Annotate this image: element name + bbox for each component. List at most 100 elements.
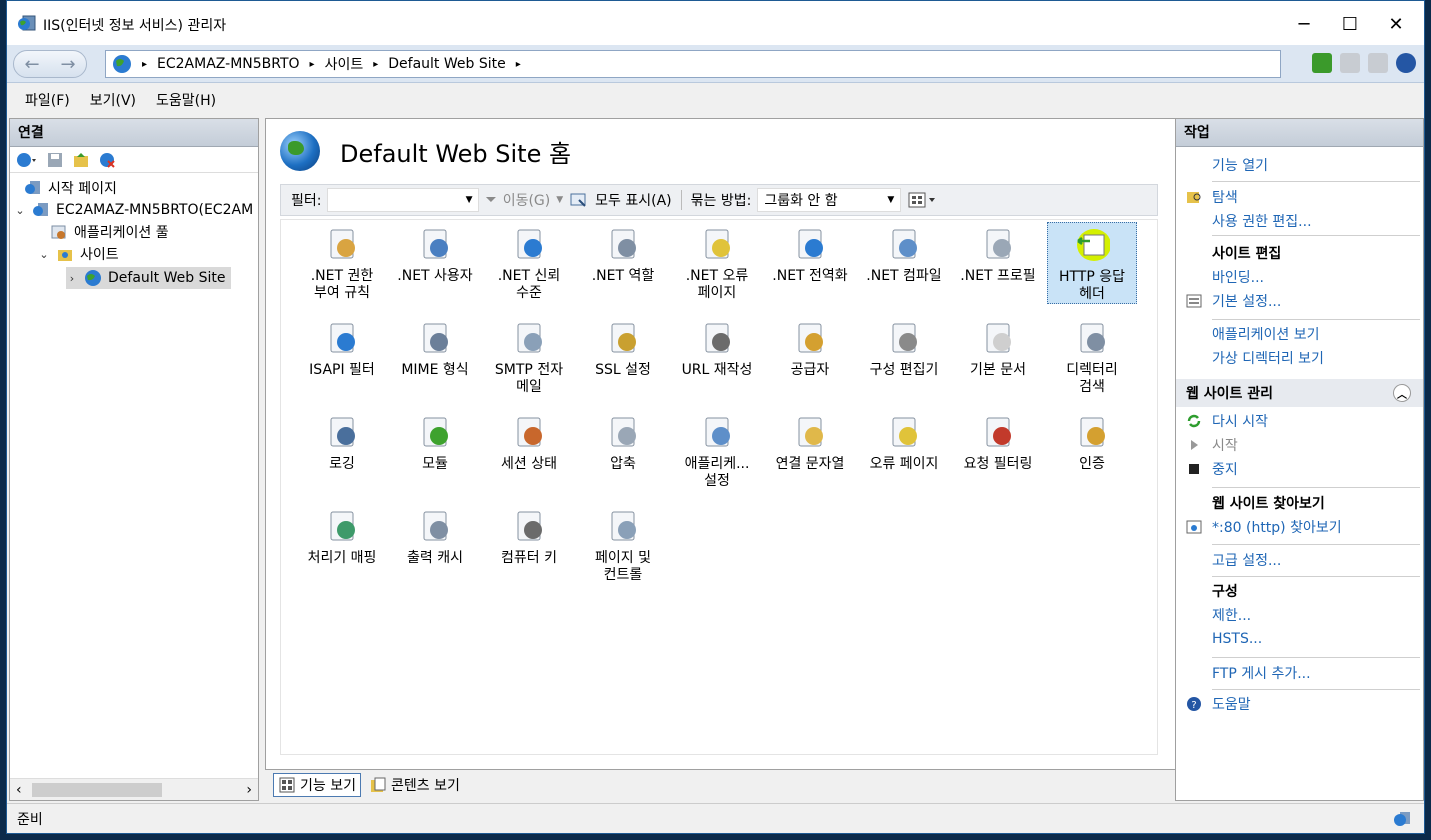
breadcrumb[interactable]: ▸ EC2AMAZ-MN5BRTO ▸ 사이트 ▸ Default Web Si… — [105, 50, 1281, 78]
feature-logging[interactable]: 로깅 — [297, 410, 387, 473]
feature-providers[interactable]: 공급자 — [765, 316, 855, 379]
home-icon[interactable] — [1368, 53, 1388, 73]
breadcrumb-server[interactable]: EC2AMAZ-MN5BRTO — [157, 56, 300, 72]
feature-application-settings[interactable]: 애플리케... 설정 — [672, 410, 762, 490]
scroll-left-icon[interactable]: ‹ — [16, 782, 22, 798]
chevron-down-icon[interactable]: ⌄ — [14, 204, 26, 217]
feature-handler-mappings[interactable]: 처리기 매핑 — [297, 504, 387, 567]
feature-request-filtering[interactable]: 요청 필터링 — [953, 410, 1043, 473]
feature-machine-key[interactable]: 컴퓨터 키 — [484, 504, 574, 567]
chevron-right-icon[interactable]: › — [66, 272, 78, 285]
tree-item-start-page[interactable]: 시작 페이지 — [24, 177, 117, 199]
horizontal-scrollbar[interactable]: ‹ › — [10, 778, 258, 800]
menu-file[interactable]: 파일(F) — [15, 86, 80, 114]
action-limits[interactable]: 제한... — [1176, 603, 1423, 627]
action-help[interactable]: ? 도움말 — [1176, 692, 1423, 716]
feature-ssl-settings[interactable]: SSL 설정 — [578, 316, 668, 379]
group-by-select[interactable]: 그룹화 안 함 ▼ — [757, 188, 902, 212]
refresh-icon[interactable] — [1312, 53, 1332, 73]
menu-help[interactable]: 도움말(H) — [146, 86, 226, 114]
action-open-feature[interactable]: 기능 열기 — [1176, 153, 1423, 177]
help-icon[interactable] — [1396, 53, 1416, 73]
breadcrumb-sites[interactable]: 사이트 — [325, 54, 364, 74]
view-mode-icon[interactable] — [907, 191, 939, 209]
feature-net-globalization[interactable]: .NET 전역화 — [765, 222, 855, 285]
feature-compression[interactable]: 압축 — [578, 410, 668, 473]
close-button[interactable]: ✕ — [1374, 9, 1418, 39]
feature-output-caching[interactable]: 출력 캐시 — [390, 504, 480, 567]
feature-default-document[interactable]: 기본 문서 — [953, 316, 1043, 379]
scroll-thumb[interactable] — [32, 783, 162, 797]
pages-and-controls-icon — [611, 511, 636, 541]
feature-connection-strings[interactable]: 연결 문자열 — [765, 410, 855, 473]
default-document-icon — [986, 323, 1011, 353]
go-button[interactable]: 이동(G) — [503, 190, 551, 210]
back-arrow-icon[interactable]: ← — [24, 54, 39, 75]
feature-smtp-email[interactable]: SMTP 전자 메일 — [484, 316, 574, 396]
save-icon[interactable] — [46, 151, 64, 169]
feature-label: ISAPI 필터 — [309, 362, 375, 378]
action-bindings[interactable]: 바인딩... — [1176, 265, 1423, 289]
action-browse-http[interactable]: *:80 (http) 찾아보기 — [1176, 515, 1423, 539]
explore-icon — [1187, 192, 1201, 203]
feature-pages-and-controls[interactable]: 페이지 및 컨트롤 — [578, 504, 668, 584]
action-basic-settings[interactable]: 기본 설정... — [1176, 289, 1423, 313]
tab-content-view[interactable]: 콘텐츠 보기 — [365, 773, 464, 797]
action-edit-permissions[interactable]: 사용 권한 편집... — [1176, 209, 1423, 233]
action-advanced-settings[interactable]: 고급 설정... — [1176, 548, 1423, 572]
feature-label: .NET 전역화 — [772, 268, 848, 284]
maximize-button[interactable]: ☐ — [1328, 9, 1372, 39]
action-view-applications[interactable]: 애플리케이션 보기 — [1176, 322, 1423, 346]
action-add-ftp[interactable]: FTP 게시 추가... — [1176, 661, 1423, 685]
tree-item-sites[interactable]: ⌄ 사이트 — [38, 243, 118, 265]
feature-net-roles[interactable]: .NET 역할 — [578, 222, 668, 285]
feature-net-error-pages[interactable]: .NET 오류 페이지 — [672, 222, 762, 302]
forward-arrow-icon[interactable]: → — [60, 54, 75, 75]
manage-site-header: 웹 사이트 관리 ︿ — [1176, 379, 1423, 407]
collapse-icon[interactable]: ︿ — [1393, 384, 1411, 402]
feature-error-pages[interactable]: 오류 페이지 — [859, 410, 949, 473]
feature-net-users[interactable]: .NET 사용자 — [390, 222, 480, 285]
feature-label: 오류 페이지 — [869, 456, 939, 472]
connect-icon[interactable] — [16, 151, 38, 169]
feature-label: 페이지 및 — [595, 550, 651, 566]
feature-label: SMTP 전자 — [494, 362, 564, 378]
up-folder-icon[interactable] — [72, 151, 90, 169]
feature-isapi-filters[interactable]: ISAPI 필터 — [297, 316, 387, 379]
action-hsts[interactable]: HSTS... — [1176, 627, 1423, 651]
group-by-value: 그룹화 안 함 — [764, 193, 838, 209]
tab-features-view[interactable]: 기능 보기 — [273, 773, 361, 797]
feature-label-line2: 부여 규칙 — [314, 285, 370, 301]
feature-net-compilation[interactable]: .NET 컴파일 — [859, 222, 949, 285]
menu-view[interactable]: 보기(V) — [80, 86, 146, 114]
feature-session-state[interactable]: 세션 상태 — [484, 410, 574, 473]
feature-authentication[interactable]: 인증 — [1047, 410, 1137, 473]
filter-label: 필터: — [291, 193, 322, 209]
tree-label: EC2AMAZ-MN5BRTO(EC2AM — [56, 202, 254, 218]
feature-net-authorization-rules[interactable]: .NET 권한 부여 규칙 — [297, 222, 387, 302]
feature-modules[interactable]: 모듈 — [390, 410, 480, 473]
config-section: 구성 제한... HSTS... — [1176, 579, 1423, 651]
feature-url-rewrite[interactable]: URL 재작성 — [672, 316, 762, 379]
feature-mime-types[interactable]: MIME 형식 — [390, 316, 480, 379]
feature-http-response-headers[interactable]: HTTP 응답 헤더 — [1047, 222, 1137, 304]
feature-net-profile[interactable]: .NET 프로필 — [953, 222, 1043, 285]
minimize-button[interactable]: ─ — [1282, 9, 1326, 39]
tree-item-default-site[interactable]: › Default Web Site — [66, 267, 232, 289]
scroll-right-icon[interactable]: › — [246, 782, 252, 798]
tree-item-app-pools[interactable]: 애플리케이션 풀 — [50, 221, 169, 243]
delete-connection-icon[interactable] — [98, 151, 116, 169]
action-stop[interactable]: 중지 — [1176, 457, 1423, 481]
action-view-virtual-dirs[interactable]: 가상 디렉터리 보기 — [1176, 346, 1423, 370]
tree-item-server[interactable]: ⌄ EC2AMAZ-MN5BRTO(EC2AM — [14, 199, 253, 221]
action-explore[interactable]: 탐색 — [1176, 185, 1423, 209]
feature-net-trust-levels[interactable]: .NET 신뢰 수준 — [484, 222, 574, 302]
feature-configuration-editor[interactable]: 구성 편집기 — [859, 316, 949, 379]
chevron-down-icon[interactable]: ⌄ — [38, 248, 50, 261]
feature-directory-browsing[interactable]: 디렉터리 검색 — [1047, 316, 1137, 396]
breadcrumb-default-site[interactable]: Default Web Site — [388, 56, 505, 72]
show-all-button[interactable]: 모두 표시(A) — [595, 190, 671, 210]
filter-input[interactable]: ▼ — [327, 188, 480, 212]
action-restart[interactable]: 다시 시작 — [1176, 409, 1423, 433]
stop-icon[interactable] — [1340, 53, 1360, 73]
